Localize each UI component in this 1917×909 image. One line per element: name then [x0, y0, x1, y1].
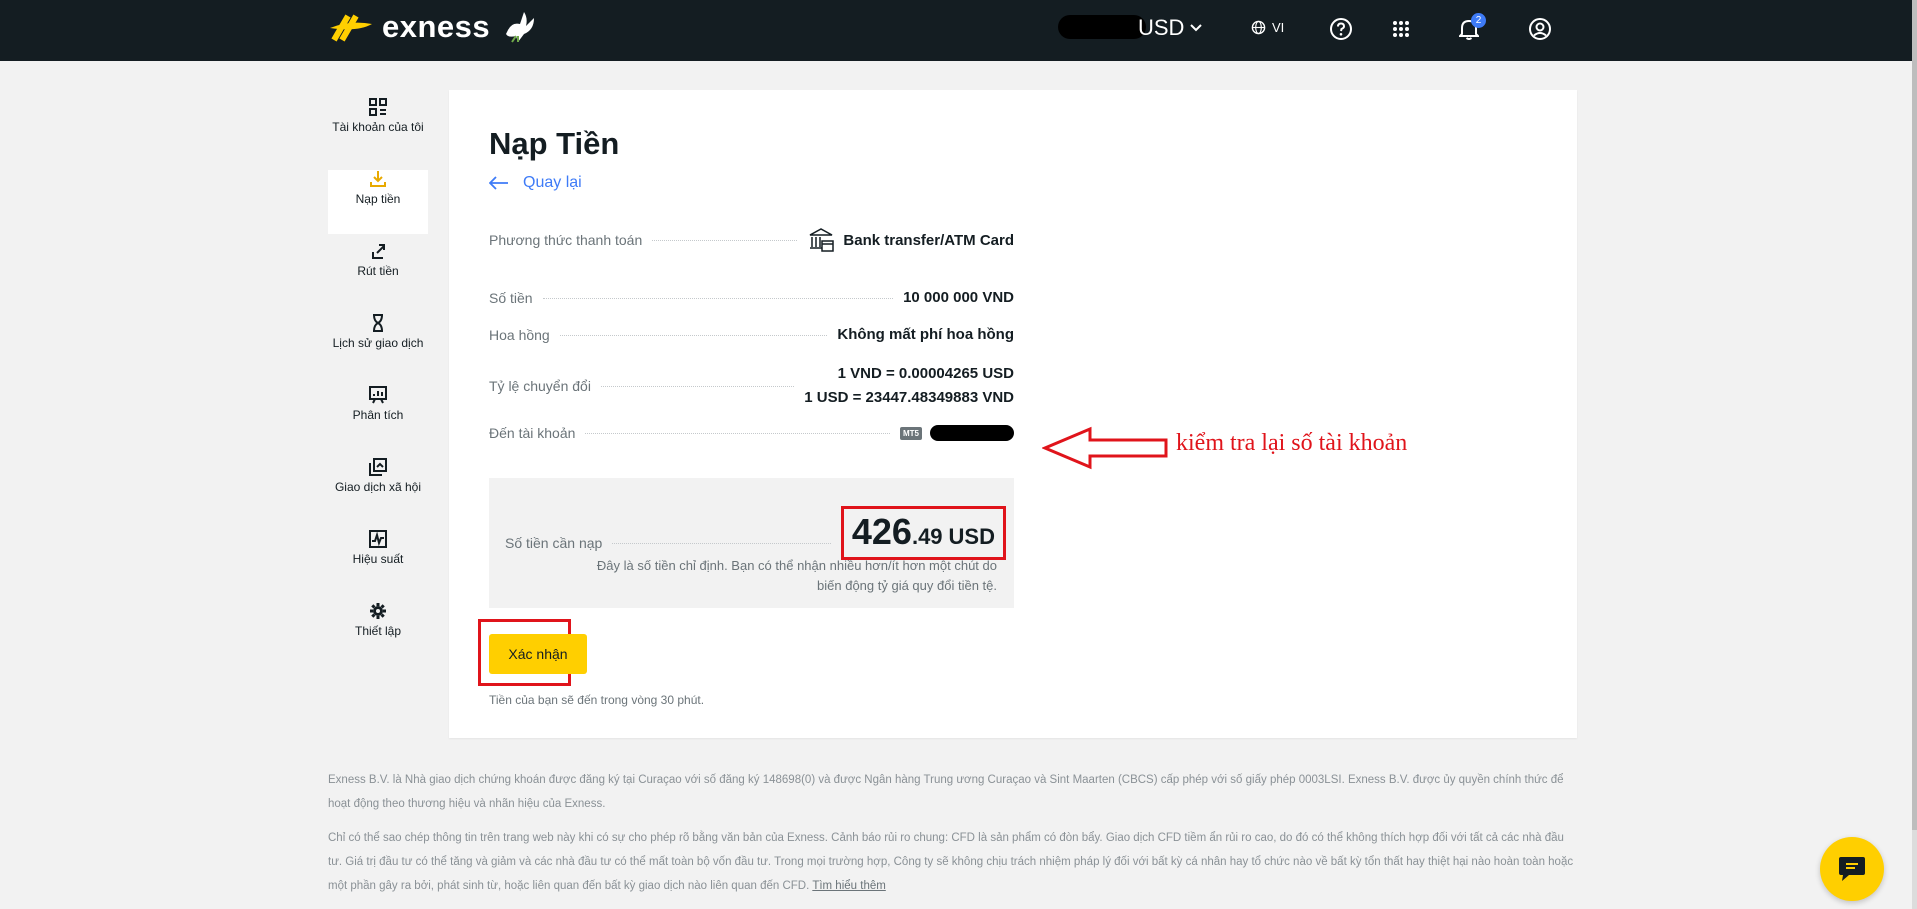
amount-currency: USD [948, 524, 995, 549]
annotation-arrow-icon [1042, 426, 1168, 470]
sidebar-item-history[interactable]: Lịch sử giao dịch [328, 314, 428, 378]
payment-method-value: Bank transfer/ATM Card [843, 231, 1014, 249]
learn-more-link[interactable]: Tìm hiểu thêm [812, 880, 886, 892]
platform-badge: MT5 [900, 426, 922, 440]
accounts-grid-icon [369, 98, 387, 116]
conversion-rate-values: 1 VND = 0.00004265 USD 1 USD = 23447.483… [804, 362, 1014, 410]
notification-badge: 2 [1471, 13, 1486, 28]
sidebar-item-label: Thiết lập [354, 624, 402, 638]
user-profile-icon[interactable] [1528, 17, 1552, 41]
rate-vnd-to-usd: 1 VND = 0.00004265 USD [837, 365, 1014, 382]
sidebar-item-my-accounts[interactable]: Tài khoản của tôi [328, 98, 428, 162]
footer-license-text: Exness B.V. là Nhà giao dịch chứng khoán… [328, 774, 1564, 810]
currency-label: USD [1138, 15, 1185, 40]
amount-label: Số tiền [489, 289, 533, 306]
exness-logo[interactable]: exness [328, 8, 538, 46]
conversion-rate-row: Tỷ lệ chuyển đổi 1 VND = 0.00004265 USD … [489, 362, 1014, 410]
conversion-rate-label: Tỷ lệ chuyển đổi [489, 378, 591, 394]
to-account-row: Đến tài khoản MT5 [489, 425, 1014, 441]
amount-to-deposit-row: Số tiền cần nạp 426.49 USD [505, 506, 1006, 560]
dotted-divider [559, 334, 828, 336]
footer-risk-text: Chỉ có thể sao chép thông tin trên trang… [328, 832, 1574, 892]
dove-icon [506, 12, 535, 43]
performance-chart-icon [369, 530, 387, 548]
rate-usd-to-vnd: 1 USD = 23447.48349883 VND [804, 389, 1014, 406]
amount-row: Số tiền 10 000 000 VND [489, 289, 1014, 306]
commission-value: Không mất phí hoa hồng [837, 326, 1014, 343]
amount-decimal: .49 [911, 524, 943, 549]
sidebar-item-label: Phân tích [352, 408, 404, 422]
back-label: Quay lại [523, 174, 582, 191]
sidebar-item-deposit[interactable]: Nạp tiền [328, 170, 428, 234]
redacted-account-number [930, 425, 1014, 441]
sidebar-item-social-trading[interactable]: Giao dịch xã hội [328, 458, 428, 522]
sidebar-item-settings[interactable]: Thiết lập [328, 602, 428, 666]
sidebar-item-withdraw[interactable]: Rút tiền [328, 242, 428, 306]
gear-icon [370, 603, 386, 619]
arrival-note: Tiền của bạn sẽ đến trong vòng 30 phút. [489, 693, 705, 707]
annotation-text: kiểm tra lại số tài khoản [1176, 430, 1408, 456]
apps-grid-icon[interactable] [1392, 20, 1410, 38]
dotted-divider [585, 432, 890, 434]
deposit-summary-panel: Số tiền cần nạp 426.49 USD Đây là số tiền… [489, 478, 1014, 608]
page-scrollbar-thumb[interactable] [1912, 0, 1917, 830]
language-selector[interactable]: VI [1251, 20, 1284, 35]
exchange-note-line2: biến động tỷ giá quy đổi tiền tệ. [817, 578, 997, 593]
currency-selector[interactable]: USD [1138, 15, 1203, 41]
commission-row: Hoa hồng Không mất phí hoa hồng [489, 326, 1014, 343]
sidebar-item-label: Giao dịch xã hội [334, 480, 422, 494]
back-link[interactable]: Quay lại [489, 174, 582, 192]
deposit-card: Nạp Tiền Quay lại Phương thức thanh toán… [449, 90, 1577, 738]
dotted-divider [600, 385, 795, 387]
confirm-button[interactable]: Xác nhận [489, 634, 587, 674]
chevron-down-icon [1190, 24, 1203, 32]
dotted-divider [652, 239, 798, 241]
payment-method-row: Phương thức thanh toán Bank transfer/ATM… [489, 226, 1014, 254]
chat-bubble-icon [1839, 857, 1865, 881]
amount-to-deposit-label: Số tiền cần nạp [505, 535, 603, 551]
footer: Exness B.V. là Nhà giao dịch chứng khoán… [328, 768, 1576, 908]
analytics-board-icon [369, 386, 387, 404]
globe-icon [1251, 20, 1266, 35]
withdraw-upload-icon [372, 244, 385, 259]
sidebar-item-label: Lịch sử giao dịch [332, 336, 424, 350]
social-trading-icon [369, 458, 387, 476]
sidebar-item-label: Hiệu suất [352, 552, 404, 566]
help-icon[interactable] [1329, 17, 1353, 41]
deposit-download-icon [370, 171, 386, 187]
dotted-divider [542, 297, 894, 299]
sidebar-item-performance[interactable]: Hiệu suất [328, 530, 428, 594]
payment-method-label: Phương thức thanh toán [489, 232, 643, 248]
sidebar-item-analytics[interactable]: Phân tích [328, 386, 428, 450]
hourglass-icon [373, 314, 383, 332]
amount-to-deposit-highlight: 426.49 USD [840, 506, 1006, 560]
live-chat-button[interactable] [1820, 837, 1884, 901]
exchange-note-line1: Đây là số tiền chỉ định. Bạn có thể nhận… [596, 558, 997, 573]
amount-integer: 426 [851, 511, 912, 552]
language-label: VI [1272, 20, 1285, 35]
sidebar-item-label: Rút tiền [357, 264, 399, 278]
commission-label: Hoa hồng [489, 326, 550, 343]
bank-icon [810, 228, 835, 252]
dotted-divider [612, 542, 831, 544]
arrow-left-icon [489, 176, 508, 190]
to-account-label: Đến tài khoản [489, 425, 576, 441]
footer-risk-warning: Chỉ có thể sao chép thông tin trên trang… [328, 826, 1576, 898]
amount-value: 10 000 000 VND [903, 289, 1014, 306]
sidebar-nav: Tài khoản của tôi Nạp tiền Rút tiền Lịch… [328, 90, 430, 669]
sidebar-item-label: Tài khoản của tôi [332, 120, 424, 134]
page-title: Nạp Tiền [489, 126, 620, 161]
redacted-balance [1058, 15, 1146, 39]
sidebar-item-label: Nạp tiền [355, 192, 401, 206]
exchange-note: Đây là số tiền chỉ định. Bạn có thể nhận… [557, 556, 997, 596]
brand-name: exness [382, 9, 491, 44]
exness-logo-mark-icon [330, 14, 372, 42]
top-bar: exness USD VI 2 [0, 0, 1912, 61]
